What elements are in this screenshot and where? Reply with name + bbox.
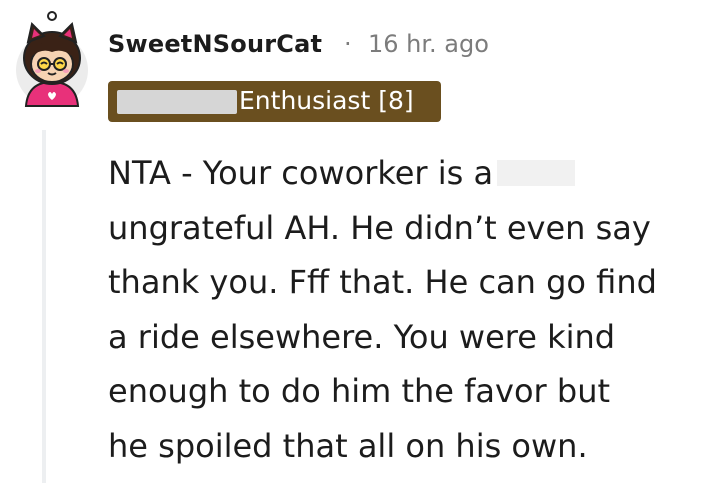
comment-timestamp[interactable]: 16 hr. ago [368, 30, 489, 58]
comment-line: thank you. Fff that. He can go find [108, 263, 657, 301]
redacted-word [497, 160, 576, 186]
flair-text: Enthusiast [8] [239, 86, 414, 115]
comment-body: NTA - Your coworker is a ungrateful AH. … [108, 146, 698, 473]
comment-line-text: NTA - Your coworker is a [108, 154, 494, 192]
user-avatar[interactable] [8, 10, 98, 110]
meta-separator: · [344, 30, 352, 58]
flair-redacted-block [117, 90, 237, 114]
username-link[interactable]: SweetNSourCat [108, 30, 322, 58]
avatar-icon [16, 11, 88, 107]
comment-line: ungrateful AH. He didn’t even say [108, 208, 651, 247]
comment-line: he spoiled that all on his own. [108, 426, 588, 465]
comment-line: enough to do him the favor but [108, 372, 611, 410]
comment-line: NTA - Your coworker is a [108, 146, 698, 201]
comment-line: a ride elsewhere. You were kind [108, 317, 616, 356]
user-flair: Enthusiast [8] [108, 81, 441, 122]
thread-line[interactable] [42, 130, 46, 483]
